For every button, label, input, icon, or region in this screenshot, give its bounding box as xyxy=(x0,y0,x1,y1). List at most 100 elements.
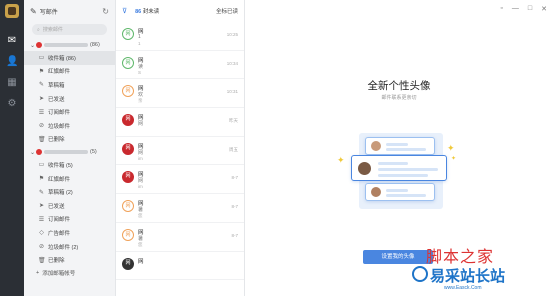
account-header[interactable]: ⌄ (5) xyxy=(24,146,115,158)
sender-avatar: 网 xyxy=(122,257,134,270)
message-subject: 1 xyxy=(138,34,141,40)
message-subject: 网 xyxy=(138,178,144,185)
folder-item[interactable]: ⊘ 垃圾邮件 (2) xyxy=(24,240,115,254)
plus-icon: + xyxy=(36,270,40,277)
folder-item[interactable]: ◇ 广告邮件 xyxy=(24,226,115,240)
search-input[interactable]: ⌕ 搜索邮件 xyxy=(32,24,107,35)
compose-icon: ✎ xyxy=(30,6,37,16)
trash-icon: 🗑 xyxy=(38,136,46,143)
folder-label: 收件箱 (5) xyxy=(48,162,73,169)
folder-item[interactable]: ➤ 已发送 xyxy=(24,92,115,106)
folder-item[interactable]: ☰ 订阅邮件 xyxy=(24,213,115,227)
folder-item[interactable]: 🗑 已删除 xyxy=(24,133,115,147)
close-icon[interactable]: ✕ xyxy=(541,5,547,13)
folder-item[interactable]: ⊘ 垃圾邮件 xyxy=(24,119,115,133)
message-time: 10:31 xyxy=(226,89,238,95)
watermark-text: 易采站长站 xyxy=(430,268,506,285)
message-time: 10:25 xyxy=(226,32,238,37)
message-sender: 网 xyxy=(138,258,144,265)
account-header[interactable]: ⌄ (86) xyxy=(24,39,115,51)
sender-avatar: 网 xyxy=(122,142,134,155)
filter-icon[interactable]: ⊽ xyxy=(122,7,127,15)
set-avatar-button[interactable]: 设置我的头像 xyxy=(363,250,433,264)
message-subject: 网 xyxy=(138,149,144,156)
message-preview: 亲 xyxy=(138,98,143,104)
draft-icon: ✎ xyxy=(38,82,45,89)
message-preview: im xyxy=(138,184,143,190)
compose-label: 写邮件 xyxy=(39,9,58,16)
unread-counter: 86 封未读 xyxy=(135,7,159,15)
message-row[interactable]: 网网 1 1 10:25 xyxy=(116,22,244,51)
contacts-icon[interactable]: 👤 xyxy=(6,56,18,68)
message-preview: 您 xyxy=(138,213,143,219)
folder-panel: ✎ 写邮件 ↻ ⌕ 搜索邮件 ⌄ (86) ▭ 收件箱 (86) ⚑ 红旗邮件 ✎ 草稿箱 ➤ 已… xyxy=(24,0,116,296)
folder-label: 已删除 xyxy=(48,258,65,265)
folder-item[interactable]: ➤ 已发送 xyxy=(24,199,115,213)
inbox-icon: ▭ xyxy=(38,162,45,169)
sparkle-icon: ✦ xyxy=(451,156,457,162)
account-avatar xyxy=(36,42,42,48)
folder-item[interactable]: ☰ 订阅邮件 xyxy=(24,105,115,119)
message-row[interactable]: 网网欢亲 10:31 xyxy=(116,79,244,109)
sender-avatar: 网 xyxy=(122,114,134,127)
message-time: 周五 xyxy=(229,146,238,152)
settings-icon[interactable]: ⚙ xyxy=(6,98,18,110)
message-preview: 您 xyxy=(138,241,143,247)
account-count: (5) xyxy=(90,149,97,156)
folder-item[interactable]: ⚑ 红旗邮件 xyxy=(24,65,115,79)
watermark-logo xyxy=(412,266,428,282)
folder-label: 已发送 xyxy=(48,203,65,210)
maximize-icon[interactable]: □ xyxy=(528,5,532,13)
message-row[interactable]: 网网暑您 8-7 xyxy=(116,194,244,223)
message-row[interactable]: 网网网昨天 xyxy=(116,108,244,137)
subscription-icon: ☰ xyxy=(38,216,45,223)
folder-item[interactable]: ⚑ 红旗邮件 xyxy=(24,172,115,186)
message-row[interactable]: 网网网 im 8-7 xyxy=(116,165,244,195)
sender-avatar: 网 xyxy=(122,171,134,184)
message-row[interactable]: 网网 xyxy=(116,252,244,281)
compose-button[interactable]: ✎ 写邮件 xyxy=(30,7,58,16)
minimize-icon[interactable]: — xyxy=(512,5,519,13)
message-subject: 读 xyxy=(138,63,144,70)
message-list: ⊽ 86 封未读 全标已读 网网 1 1 10:25 网网读 S 10:34 网网欢亲 10:3… xyxy=(116,0,245,296)
account-email-redacted xyxy=(44,150,88,155)
add-account-button[interactable]: + 添加邮箱帐号 xyxy=(24,267,115,280)
folder-label: 订阅邮件 xyxy=(48,110,71,117)
inbox-icon: ▭ xyxy=(38,55,45,62)
watermark-url: www.Easck.Com xyxy=(444,285,482,291)
message-preview: 1 xyxy=(138,41,141,46)
folder-label: 收件箱 (86) xyxy=(48,55,76,62)
refresh-icon[interactable]: ↻ xyxy=(102,7,109,16)
restore-icon[interactable]: ▫ xyxy=(500,5,502,13)
trash-icon: 🗑 xyxy=(38,257,46,264)
message-row[interactable]: 网网网 im 周五 xyxy=(116,137,244,166)
calendar-icon[interactable]: ▦ xyxy=(6,77,18,89)
folder-label: 已发送 xyxy=(48,96,65,103)
folder-item[interactable]: 🗑 已删除 xyxy=(24,253,115,267)
message-time: 昨天 xyxy=(229,118,238,124)
flag-icon: ⚑ xyxy=(38,68,45,75)
folder-item[interactable]: ✎ 草稿箱 (2) xyxy=(24,185,115,199)
avatar-illustration: ✦ ✦ ✦ xyxy=(337,125,461,211)
message-row[interactable]: 网网读 S 10:34 xyxy=(116,51,244,80)
subscription-icon: ☰ xyxy=(38,109,45,116)
folder-label: 草稿箱 (2) xyxy=(48,190,73,197)
promo-title: 全新个性头像 xyxy=(367,80,431,92)
message-row[interactable]: 网网暑您 8-7 xyxy=(116,223,244,252)
search-placeholder: 搜索邮件 xyxy=(42,27,63,33)
message-time: 8-7 xyxy=(231,204,238,210)
mail-icon[interactable]: ✉ xyxy=(6,35,18,47)
add-account-label: 添加邮箱帐号 xyxy=(42,271,76,278)
folder-item[interactable]: ▭ 收件箱 (5) xyxy=(24,158,115,172)
folder-item[interactable]: ▭ 收件箱 (86) xyxy=(24,51,115,65)
sender-avatar: 网 xyxy=(122,228,134,241)
sender-avatar: 网 xyxy=(122,56,134,69)
message-time: 10:34 xyxy=(226,60,238,66)
message-subject: 暑 xyxy=(138,235,144,242)
mark-all-read-button[interactable]: 全标已读 xyxy=(216,7,238,15)
folder-item[interactable]: ✎ 草稿箱 xyxy=(24,78,115,92)
sender-avatar: 网 xyxy=(122,85,134,98)
message-time: 8-7 xyxy=(231,175,238,181)
spam-icon: ⊘ xyxy=(38,244,45,251)
folder-label: 草稿箱 xyxy=(48,82,65,89)
